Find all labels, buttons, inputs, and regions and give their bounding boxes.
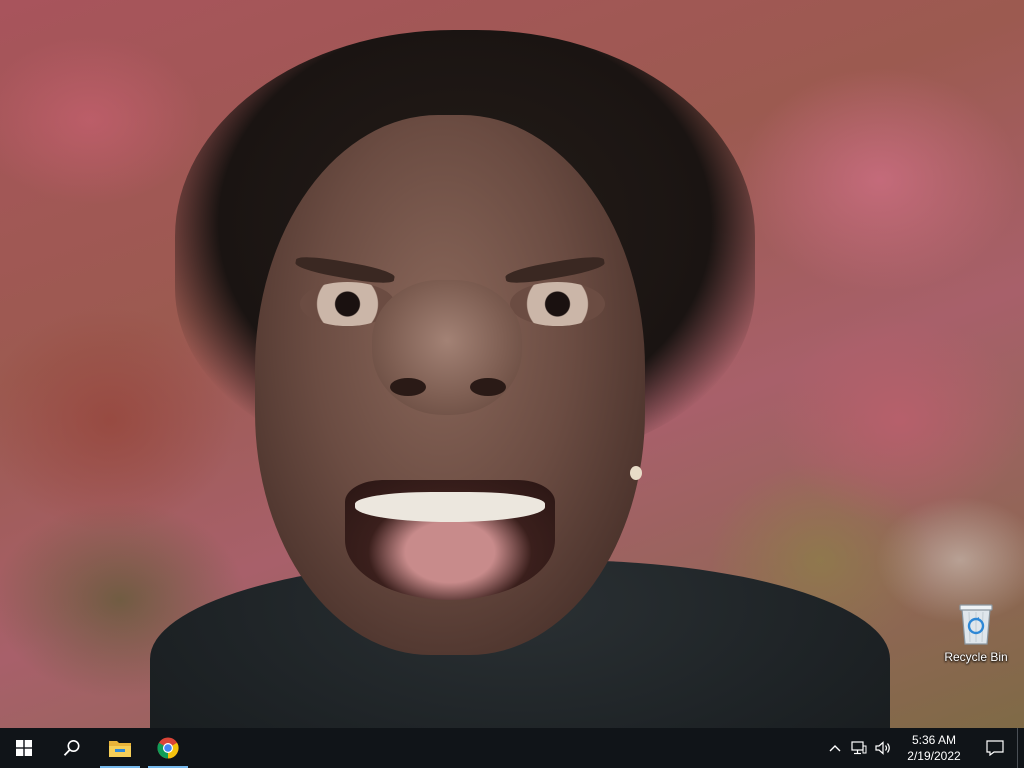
taskbar: 5:36 AM 2/19/2022 (0, 728, 1024, 768)
windows-start-icon (16, 740, 32, 756)
network-button[interactable] (847, 728, 871, 768)
search-icon (63, 740, 80, 756)
file-explorer-icon (109, 741, 131, 757)
chevron-up-icon (829, 745, 841, 752)
wallpaper-teeth (355, 492, 545, 522)
network-icon (851, 741, 867, 755)
desktop[interactable]: Recycle Bin (0, 0, 1024, 728)
action-center-icon (986, 740, 1004, 756)
chrome-icon (157, 737, 179, 759)
wallpaper-nostril-left (390, 378, 426, 396)
clock-date: 2/19/2022 (907, 749, 961, 763)
wallpaper-nose (372, 280, 522, 415)
show-hidden-icons-button[interactable] (823, 728, 847, 768)
search-button[interactable] (48, 728, 96, 768)
system-tray: 5:36 AM 2/19/2022 (823, 728, 1024, 768)
volume-icon (875, 741, 890, 755)
recycle-bin-icon (959, 604, 993, 645)
desktop-icon-label: Recycle Bin (944, 650, 1008, 664)
taskbar-app-chrome[interactable] (144, 728, 192, 768)
wallpaper-eye-right (510, 282, 605, 326)
clock-button[interactable]: 5:36 AM 2/19/2022 (895, 728, 973, 768)
wallpaper-earring (630, 466, 642, 480)
action-center-button[interactable] (973, 728, 1017, 768)
clock-time: 5:36 AM (911, 733, 957, 747)
wallpaper-nostril-right (470, 378, 506, 396)
show-desktop-button[interactable] (1017, 728, 1024, 768)
desktop-icon-recycle-bin[interactable]: Recycle Bin (940, 600, 1012, 664)
volume-button[interactable] (871, 728, 895, 768)
taskbar-app-file-explorer[interactable] (96, 728, 144, 768)
start-button[interactable] (0, 728, 48, 768)
